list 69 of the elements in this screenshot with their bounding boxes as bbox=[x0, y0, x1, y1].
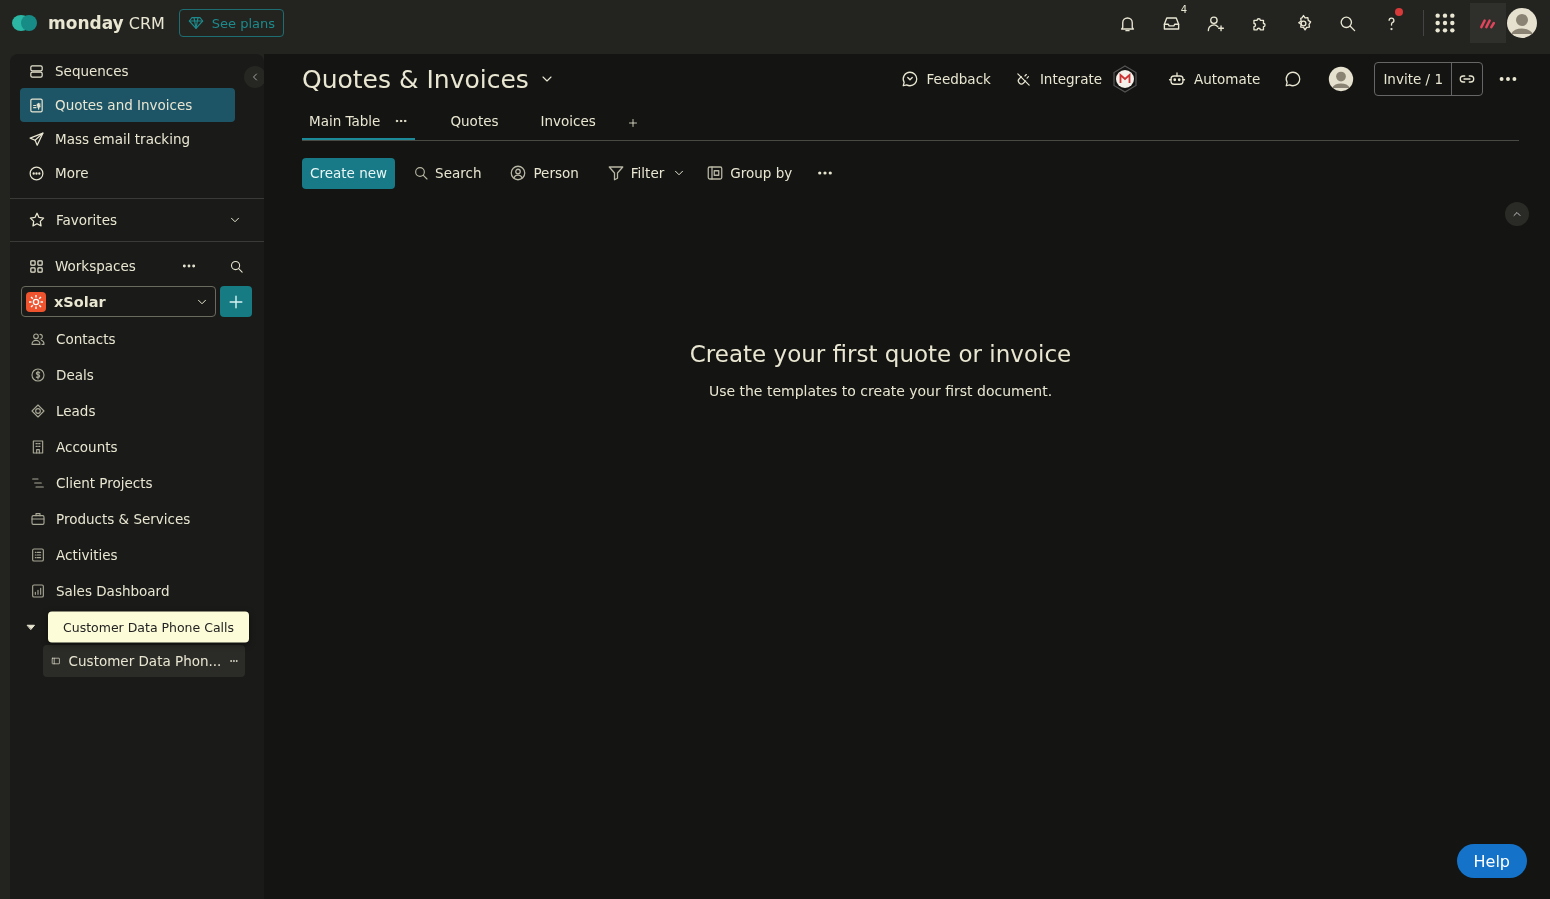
lines-icon bbox=[30, 475, 46, 491]
create-new-button[interactable]: Create new bbox=[302, 157, 396, 189]
workspace-item[interactable]: Client Projects bbox=[22, 465, 264, 501]
nav-item[interactable]: More bbox=[20, 156, 235, 190]
collapse-header-button[interactable] bbox=[1505, 202, 1529, 226]
nav-item[interactable]: Sequences bbox=[20, 54, 235, 88]
group-by-button[interactable]: Group by bbox=[702, 164, 797, 182]
workspace-item[interactable]: Sales Dashboard bbox=[22, 573, 264, 609]
target-icon bbox=[30, 403, 46, 419]
sequences-icon bbox=[28, 62, 45, 80]
person-button[interactable]: Person bbox=[505, 164, 583, 182]
star-icon bbox=[28, 211, 46, 229]
more-icon bbox=[28, 164, 45, 182]
workspace-item[interactable]: Activities bbox=[22, 537, 264, 573]
dollar-icon bbox=[30, 367, 46, 383]
tooltip: Customer Data Phone Calls bbox=[48, 611, 250, 643]
see-plans-button[interactable]: See plans bbox=[178, 9, 285, 37]
workspace-item[interactable]: Deals bbox=[22, 357, 264, 393]
group-by-icon bbox=[706, 164, 725, 182]
search-icon[interactable] bbox=[229, 258, 244, 274]
search-button[interactable]: Search bbox=[409, 165, 486, 181]
workspace-item[interactable]: Leads bbox=[22, 393, 264, 429]
plug-icon bbox=[1014, 70, 1032, 88]
notification-count: 4 bbox=[1180, 3, 1187, 15]
user-avatar[interactable] bbox=[1328, 66, 1355, 92]
briefcase-icon bbox=[30, 511, 46, 527]
person-icon bbox=[509, 164, 528, 182]
brand-name: monday bbox=[48, 13, 124, 33]
invoice-icon bbox=[28, 96, 45, 114]
search-icon bbox=[413, 165, 430, 181]
funnel-icon bbox=[606, 164, 625, 182]
feedback-icon bbox=[900, 70, 919, 88]
view-tab[interactable]: Quotes bbox=[443, 104, 506, 140]
collapse-sidebar-button[interactable] bbox=[244, 66, 266, 88]
workspace-item[interactable]: Contacts bbox=[22, 321, 264, 357]
workspace-selector[interactable]: xSolar bbox=[21, 286, 216, 317]
paper-plane-icon bbox=[28, 130, 45, 148]
nav-item[interactable]: Mass email tracking bbox=[20, 122, 235, 156]
view-tab[interactable]: Main Table bbox=[302, 104, 416, 140]
bar-chart-icon bbox=[30, 583, 46, 599]
diamond-icon bbox=[187, 15, 204, 31]
workspace-item[interactable]: Accounts bbox=[22, 429, 264, 465]
notification-dot-icon bbox=[1395, 7, 1403, 16]
nav-item[interactable]: Quotes and Invoices bbox=[20, 88, 235, 122]
empty-state-heading: Create your first quote or invoice bbox=[689, 341, 1072, 367]
add-button[interactable] bbox=[220, 286, 252, 317]
gmail-icon bbox=[1110, 64, 1140, 94]
building-icon bbox=[30, 439, 46, 455]
people-icon bbox=[30, 331, 46, 347]
workspace-item[interactable]: Products & Services bbox=[22, 501, 264, 537]
feedback-button[interactable]: Feedback bbox=[900, 70, 991, 88]
logo-icon bbox=[12, 14, 38, 32]
sun-icon bbox=[26, 291, 46, 312]
workspaces-icon bbox=[28, 257, 45, 275]
board-title[interactable]: Quotes & Invoices bbox=[302, 64, 555, 94]
robot-icon bbox=[1168, 70, 1186, 88]
automate-button[interactable]: Automate bbox=[1168, 70, 1261, 88]
list-icon bbox=[30, 547, 46, 563]
empty-state-text: Use the templates to create your first document. bbox=[708, 383, 1053, 399]
integrate-button[interactable]: Integrate bbox=[1014, 64, 1140, 94]
view-tab[interactable]: Invoices bbox=[533, 104, 603, 140]
filter-button[interactable]: Filter bbox=[602, 164, 669, 182]
chat-icon[interactable] bbox=[1284, 70, 1303, 88]
workspaces-label: Workspaces bbox=[55, 258, 137, 274]
product-name: CRM bbox=[128, 13, 165, 33]
board-item[interactable]: Customer Data Phon... bbox=[43, 645, 245, 677]
apps-grid-icon[interactable] bbox=[1434, 12, 1456, 34]
user-avatar[interactable] bbox=[1506, 7, 1538, 39]
add-view-icon[interactable] bbox=[626, 117, 639, 129]
